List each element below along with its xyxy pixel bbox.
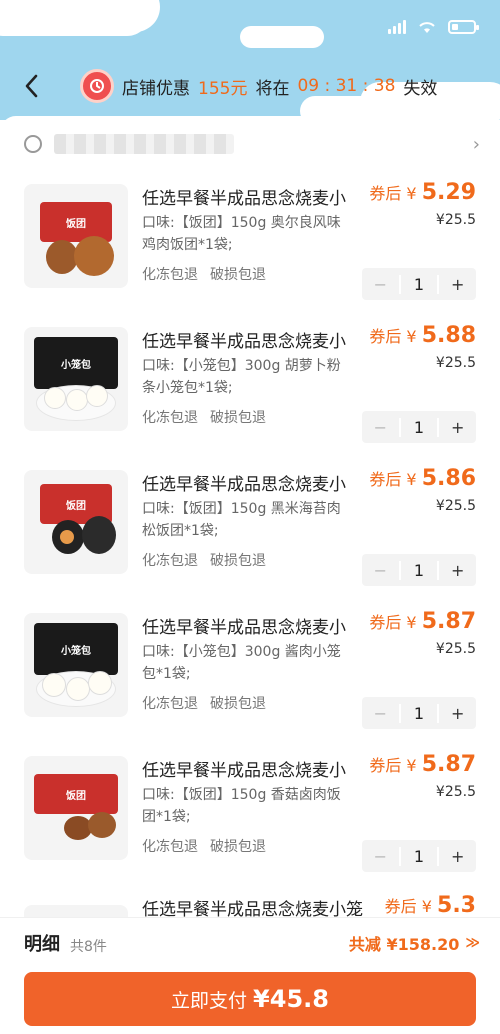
back-arrow-icon [25,74,38,98]
product-title[interactable]: 任选早餐半成品思念烧麦小 [142,184,346,209]
increase-button[interactable]: + [439,275,476,294]
pay-now-button[interactable]: 立即支付 ¥45.8 [24,972,476,1026]
coupon-price: 券后 ¥ 5.86 [369,466,476,491]
back-button[interactable] [18,72,44,100]
wifi-icon [419,22,435,33]
product-image[interactable]: 饭团 [24,470,128,574]
damage-refund-tag: 破损包退 [210,696,266,712]
product-title[interactable]: 任选早餐半成品思念烧麦小笼 [142,895,363,917]
product-title[interactable]: 任选早餐半成品思念烧麦小 [142,327,346,352]
quantity-stepper: − 1 + [362,411,476,443]
decrease-button[interactable]: − [362,561,399,580]
status-icons [388,20,479,34]
quantity-stepper: − 1 + [362,554,476,586]
increase-button[interactable]: + [439,847,476,866]
quantity-value[interactable]: 1 [398,274,440,294]
battery-icon [448,20,479,34]
product-spec[interactable]: 口味:【小笼包】300g 胡萝卜粉条小笼包*1袋; [142,355,342,399]
product-image[interactable]: 小笼包 [24,327,128,431]
cart-item: 饭团 任选早餐半成品思念烧麦小 券后 ¥ 5.87 ¥25.5 口味:【饭团】1… [0,752,500,898]
status-bar: 14:25 [0,0,500,52]
decrease-button[interactable]: − [362,704,399,723]
pay-amount: ¥45.8 [253,985,329,1013]
thaw-refund-tag: 化冻包退 [142,696,198,712]
shop-row[interactable]: › [24,128,480,160]
pay-label: 立即支付 [171,989,248,1012]
coupon-price: 券后 ¥ 5.87 [369,609,476,634]
discount-total: 共减 ¥158.20 [348,934,460,954]
increase-button[interactable]: + [439,418,476,437]
service-tags: 化冻包退 破损包退 [142,550,266,570]
damage-refund-tag: 破损包退 [210,839,266,855]
summary-bar: 明细 共8件 共减 ¥158.20 ≫ [0,917,500,967]
quantity-stepper: − 1 + [362,268,476,300]
damage-refund-tag: 破损包退 [210,553,266,569]
promo-prefix: 店铺优惠 [122,78,190,99]
promo-amount: 155元 [198,78,248,99]
cart-item: 饭团 任选早餐半成品思念烧麦小 券后 ¥ 5.86 ¥25.5 口味:【饭团】1… [0,466,500,612]
product-spec[interactable]: 口味:【饭团】150g 黑米海苔肉松饭团*1袋; [142,498,342,542]
service-tags: 化冻包退 破损包退 [142,264,266,284]
decrease-button[interactable]: − [362,847,399,866]
original-price: ¥25.5 [435,498,476,514]
damage-refund-tag: 破损包退 [210,267,266,283]
product-image[interactable] [24,905,128,917]
service-tags: 化冻包退 破损包退 [142,693,266,713]
shop-name-blurred [54,134,234,154]
coupon-price: 券后 ¥ 5.87 [369,752,476,777]
quantity-stepper: − 1 + [362,697,476,729]
coupon-price: 券后 ¥ 5.29 [369,180,476,205]
thaw-refund-tag: 化冻包退 [142,553,198,569]
original-price: ¥25.5 [435,641,476,657]
original-price: ¥25.5 [435,784,476,800]
product-title[interactable]: 任选早餐半成品思念烧麦小 [142,613,346,638]
product-title[interactable]: 任选早餐半成品思念烧麦小 [142,470,346,495]
product-title[interactable]: 任选早餐半成品思念烧麦小 [142,756,346,781]
coupon-price: 券后 ¥ 5.88 [369,323,476,348]
quantity-stepper: − 1 + [362,840,476,872]
thaw-refund-tag: 化冻包退 [142,410,198,426]
quantity-value[interactable]: 1 [398,846,440,866]
shop-arrow-icon: › [472,133,480,155]
quantity-value[interactable]: 1 [398,417,440,437]
promo-mid: 将在 [255,78,290,99]
quantity-value[interactable]: 1 [398,703,440,723]
store-icon [24,135,42,153]
original-price: ¥25.5 [435,355,476,371]
promo-suffix: 失效 [403,78,438,99]
shop-promo-banner: 店铺优惠 155元 将在 09 : 31 : 38 失效 [80,68,437,104]
chevron-down-icon: ≫ [465,934,480,951]
product-image[interactable]: 饭团 [24,184,128,288]
top-nav: 店铺优惠 155元 将在 09 : 31 : 38 失效 [0,64,500,108]
product-spec[interactable]: 口味:【饭团】150g 奥尔良风味鸡肉饭团*1袋; [142,212,342,256]
status-time: 14:25 [44,18,102,39]
product-spec[interactable]: 口味:【饭团】150g 香菇卤肉饭团*1袋; [142,784,342,828]
decrease-button[interactable]: − [362,275,399,294]
promo-timer: 09 : 31 : 38 [297,76,396,96]
thaw-refund-tag: 化冻包退 [142,839,198,855]
detail-label[interactable]: 明细 [24,930,60,956]
product-spec[interactable]: 口味:【小笼包】300g 酱肉小笼包*1袋; [142,641,342,685]
signal-icon [388,20,406,34]
thaw-refund-tag: 化冻包退 [142,267,198,283]
decrease-button[interactable]: − [362,418,399,437]
product-image[interactable]: 饭团 [24,756,128,860]
cart-item-partial: 任选早餐半成品思念烧麦小笼 券后 ¥ 5.3 [0,893,500,917]
discount-summary[interactable]: 共减 ¥158.20 ≫ [349,931,480,955]
cart-item: 小笼包 任选早餐半成品思念烧麦小 券后 ¥ 5.88 ¥25.5 口味:【小笼包… [0,323,500,469]
coupon-price: 券后 ¥ 5.3 [384,893,476,917]
item-count: 共8件 [70,939,107,955]
original-price: ¥25.5 [435,212,476,228]
damage-refund-tag: 破损包退 [210,410,266,426]
product-image[interactable]: 小笼包 [24,613,128,717]
increase-button[interactable]: + [439,561,476,580]
service-tags: 化冻包退 破损包退 [142,407,266,427]
increase-button[interactable]: + [439,704,476,723]
service-tags: 化冻包退 破损包退 [142,836,266,856]
cart-item: 饭团 任选早餐半成品思念烧麦小 券后 ¥ 5.29 ¥25.5 口味:【饭团】1… [0,180,500,326]
quantity-value[interactable]: 1 [398,560,440,580]
promo-clock-icon [80,69,114,103]
cart-item: 小笼包 任选早餐半成品思念烧麦小 券后 ¥ 5.87 ¥25.5 口味:【小笼包… [0,609,500,755]
